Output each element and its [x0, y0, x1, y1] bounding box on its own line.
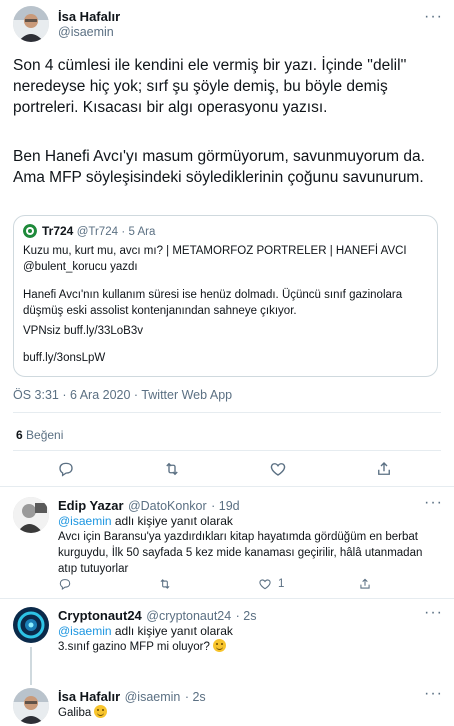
- reply-time[interactable]: · 2s: [185, 690, 206, 704]
- reply-author-handle[interactable]: @DatoKonkor: [128, 499, 207, 513]
- share-button[interactable]: [358, 577, 372, 591]
- more-icon[interactable]: ···: [424, 8, 443, 26]
- reply-button[interactable]: [57, 460, 75, 478]
- quote-avatar[interactable]: [23, 224, 37, 238]
- share-icon: [378, 462, 390, 475]
- reply-text: Galiba: [58, 707, 92, 719]
- quote-date[interactable]: 5 Ara: [129, 226, 156, 238]
- quote-author-name[interactable]: Tr724: [42, 224, 73, 238]
- reply-author-handle[interactable]: @isaemin: [125, 690, 181, 704]
- thread-line: [30, 647, 32, 685]
- reply-author-name[interactable]: Cryptonaut24: [58, 608, 142, 623]
- reply-avatar[interactable]: [13, 688, 49, 724]
- reply-time[interactable]: · 2s: [236, 609, 257, 623]
- like-count: 1: [278, 578, 285, 590]
- retweet-button[interactable]: [163, 460, 181, 478]
- reply-author-handle[interactable]: @cryptonaut24: [146, 609, 231, 623]
- reply-button[interactable]: [58, 577, 72, 591]
- grinning-emoji-icon: [94, 705, 108, 718]
- reply-author-name[interactable]: İsa Hafalır: [58, 689, 120, 704]
- reply-to-mention[interactable]: @isaemin: [58, 624, 112, 638]
- quote-text-line-1: Kuzu mu, kurt mu, avcı mı? | METAMORFOZ …: [23, 245, 407, 257]
- more-icon[interactable]: ···: [424, 604, 443, 622]
- quote-text-line-2: @bulent_korucu yazdı: [23, 261, 138, 273]
- like-icon: [259, 579, 271, 590]
- reply-icon: [59, 579, 71, 590]
- quote-link-2[interactable]: buff.ly/3onsLpW: [23, 350, 433, 366]
- like-icon: [270, 463, 286, 476]
- author-handle[interactable]: @isaemin: [58, 25, 114, 39]
- reply-avatar[interactable]: [13, 497, 49, 533]
- quote-text-line-3: Hanefi Avcı'nın kullanım süresi ise henü…: [23, 289, 403, 317]
- tweet-meta[interactable]: ÖS 3:31 · 6 Ara 2020 · Twitter Web App: [13, 388, 232, 402]
- grinning-emoji-icon: [213, 639, 227, 652]
- retweet-button[interactable]: [158, 577, 172, 591]
- reply-to-mention[interactable]: @isaemin: [58, 514, 112, 528]
- reply-text: 3.sınıf gazino MFP mi oluyor?: [58, 641, 210, 653]
- tweet-text-paragraph-2: Ben Hanefi Avcı'yı masum görmüyorum, sav…: [13, 148, 425, 186]
- reply-text: Avcı için Baransu'ya yazdırdıkları kitap…: [58, 531, 423, 575]
- reply-author-name[interactable]: Edip Yazar: [58, 498, 124, 513]
- reply-icon: [59, 462, 73, 477]
- tweet-text-paragraph-1: Son 4 cümlesi ile kendini ele vermiş bir…: [13, 57, 407, 116]
- more-icon[interactable]: ···: [424, 494, 443, 512]
- likes-count[interactable]: 6: [16, 428, 23, 442]
- like-button[interactable]: [269, 460, 287, 478]
- author-name[interactable]: İsa Hafalır: [58, 9, 120, 24]
- reply-time[interactable]: · 19d: [211, 499, 240, 513]
- like-button[interactable]: 1: [258, 577, 284, 591]
- quote-link-1[interactable]: VPNsiz buff.ly/33LoB3v: [23, 323, 433, 339]
- share-button[interactable]: [375, 460, 393, 478]
- likes-label[interactable]: Beğeni: [26, 428, 63, 442]
- reply-to-label: adlı kişiye yanıt olarak: [114, 514, 233, 528]
- retweet-icon: [166, 462, 178, 476]
- reply-avatar[interactable]: [13, 607, 49, 643]
- retweet-icon: [160, 579, 170, 589]
- author-avatar[interactable]: [13, 6, 49, 42]
- quote-separator: ·: [121, 226, 126, 238]
- more-icon[interactable]: ···: [424, 685, 443, 703]
- quote-tweet-card[interactable]: Tr724 @Tr724 · 5 Ara Kuzu mu, kurt mu, a…: [13, 215, 438, 377]
- share-icon: [360, 578, 370, 589]
- reply-to-label: adlı kişiye yanıt olarak: [114, 624, 233, 638]
- quote-author-handle[interactable]: @Tr724: [77, 226, 118, 238]
